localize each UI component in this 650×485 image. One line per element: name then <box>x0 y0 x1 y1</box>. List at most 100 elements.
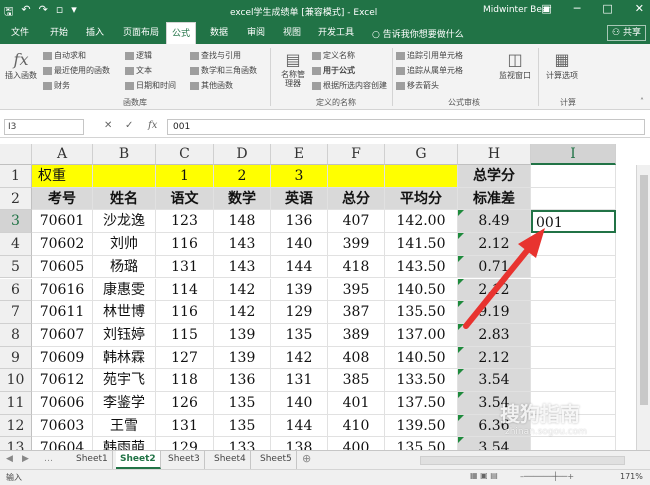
cell-B8[interactable]: 刘钰婷 <box>93 323 156 347</box>
cell-H6[interactable]: 2.12 <box>458 278 531 302</box>
autosum-button[interactable]: 自动求和 <box>43 50 86 61</box>
vertical-scrollbar[interactable] <box>636 165 650 450</box>
row-header-2[interactable]: 2 <box>0 187 32 211</box>
sheet-tab-3[interactable]: Sheet3 <box>164 451 205 469</box>
error-indicator-icon[interactable] <box>458 301 464 308</box>
cell-A9[interactable]: 70609 <box>32 346 93 370</box>
error-indicator-icon[interactable] <box>458 210 464 217</box>
next-sheet-icon[interactable]: ▶ <box>22 454 29 464</box>
cell-E5[interactable]: 144 <box>271 255 328 279</box>
tab-home[interactable]: 开始 <box>45 22 73 44</box>
formula-input[interactable]: 001 <box>167 119 645 135</box>
cell-F13[interactable]: 400 <box>328 437 385 450</box>
cell-D5[interactable]: 143 <box>214 255 271 279</box>
row-header-7[interactable]: 7 <box>0 301 32 324</box>
cell-B10[interactable]: 苑宇飞 <box>93 369 156 392</box>
tab-formulas[interactable]: 公式 <box>166 22 197 44</box>
cell-I10[interactable] <box>531 369 616 392</box>
cell-H9[interactable]: 2.12 <box>458 346 531 370</box>
cell-H10[interactable]: 3.54 <box>458 369 531 392</box>
horizontal-scrollbar[interactable] <box>420 456 625 465</box>
cell-H5[interactable]: 0.71 <box>458 255 531 279</box>
close-icon[interactable]: ✕ <box>635 2 644 15</box>
cell-F1[interactable] <box>328 165 385 188</box>
cell-A7[interactable]: 70611 <box>32 301 93 324</box>
redo-icon[interactable]: ↷ <box>39 3 48 22</box>
cell-D6[interactable]: 142 <box>214 278 271 302</box>
cell-E8[interactable]: 135 <box>271 323 328 347</box>
cell-D2[interactable]: 数学 <box>214 187 271 211</box>
cell-A6[interactable]: 70616 <box>32 278 93 302</box>
create-from-selection-button[interactable]: 根据所选内容创建 <box>312 80 387 91</box>
row-header-12[interactable]: 12 <box>0 414 32 438</box>
other-functions-button[interactable]: 其他函数 <box>190 80 233 91</box>
cancel-icon[interactable]: ✕ <box>104 120 112 131</box>
cell-D7[interactable]: 142 <box>214 301 271 324</box>
row-header-8[interactable]: 8 <box>0 323 32 347</box>
cell-F7[interactable]: 387 <box>328 301 385 324</box>
cell-G13[interactable]: 135.50 <box>385 437 458 450</box>
view-buttons[interactable]: ▦ ▣ ▤ <box>470 471 498 480</box>
cell-A13[interactable]: 70604 <box>32 437 93 450</box>
cell-I3[interactable]: 001 <box>531 210 616 234</box>
cell-B11[interactable]: 李鉴学 <box>93 392 156 415</box>
lookup-button[interactable]: 查找与引用 <box>190 50 241 61</box>
cell-A4[interactable]: 70602 <box>32 233 93 256</box>
column-header-F[interactable]: F <box>328 144 385 165</box>
tab-data[interactable]: 数据 <box>205 22 233 44</box>
cell-H1[interactable]: 总学分 <box>458 165 531 188</box>
cell-G7[interactable]: 135.50 <box>385 301 458 324</box>
cell-G1[interactable] <box>385 165 458 188</box>
row-header-13[interactable]: 13 <box>0 437 32 450</box>
column-header-G[interactable]: G <box>385 144 458 165</box>
cell-F9[interactable]: 408 <box>328 346 385 370</box>
tab-page-layout[interactable]: 页面布局 <box>118 22 164 44</box>
cell-B12[interactable]: 王雪 <box>93 414 156 438</box>
tab-insert[interactable]: 插入 <box>81 22 109 44</box>
cell-I8[interactable] <box>531 323 616 347</box>
cell-A10[interactable]: 70612 <box>32 369 93 392</box>
cell-E11[interactable]: 140 <box>271 392 328 415</box>
math-button[interactable]: 数学和三角函数 <box>190 65 257 76</box>
cell-D1[interactable]: 2 <box>214 165 271 188</box>
cell-C8[interactable]: 115 <box>156 323 214 347</box>
sheet-tab-2[interactable]: Sheet2 <box>116 451 161 469</box>
row-header-6[interactable]: 6 <box>0 278 32 302</box>
sheet-tab-5[interactable]: Sheet5 <box>256 451 297 469</box>
sheet-tab-4[interactable]: Sheet4 <box>210 451 251 469</box>
logical-button[interactable]: 逻辑 <box>125 50 152 61</box>
cell-E13[interactable]: 138 <box>271 437 328 450</box>
cell-F6[interactable]: 395 <box>328 278 385 302</box>
cell-C3[interactable]: 123 <box>156 210 214 234</box>
cell-B9[interactable]: 韩林霖 <box>93 346 156 370</box>
datetime-button[interactable]: 日期和时间 <box>125 80 176 91</box>
error-indicator-icon[interactable] <box>458 414 464 421</box>
cell-C4[interactable]: 116 <box>156 233 214 256</box>
scroll-thumb[interactable] <box>640 175 648 405</box>
cell-D8[interactable]: 139 <box>214 323 271 347</box>
cell-D10[interactable]: 136 <box>214 369 271 392</box>
undo-icon[interactable]: ↶ <box>21 3 30 22</box>
cell-E3[interactable]: 136 <box>271 210 328 234</box>
cell-A2[interactable]: 考号 <box>32 187 93 211</box>
cell-H2[interactable]: 标准差 <box>458 187 531 211</box>
cell-C11[interactable]: 126 <box>156 392 214 415</box>
use-in-formula-button[interactable]: 用于公式 <box>312 65 355 76</box>
more-sheets-icon[interactable]: … <box>44 454 53 464</box>
cell-G10[interactable]: 133.50 <box>385 369 458 392</box>
cell-E10[interactable]: 131 <box>271 369 328 392</box>
enter-icon[interactable]: ✓ <box>125 120 133 131</box>
cell-F12[interactable]: 410 <box>328 414 385 438</box>
cell-G11[interactable]: 137.50 <box>385 392 458 415</box>
recent-functions-button[interactable]: 最近使用的函数 <box>43 65 110 76</box>
error-indicator-icon[interactable] <box>458 346 464 353</box>
cell-I2[interactable] <box>531 187 616 211</box>
sheet-tab-1[interactable]: Sheet1 <box>72 451 113 469</box>
error-indicator-icon[interactable] <box>458 369 464 376</box>
text-button[interactable]: 文本 <box>125 65 152 76</box>
row-header-3[interactable]: 3 <box>0 210 32 234</box>
cell-F3[interactable]: 407 <box>328 210 385 234</box>
cell-G2[interactable]: 平均分 <box>385 187 458 211</box>
row-header-4[interactable]: 4 <box>0 233 32 256</box>
error-indicator-icon[interactable] <box>458 278 464 285</box>
